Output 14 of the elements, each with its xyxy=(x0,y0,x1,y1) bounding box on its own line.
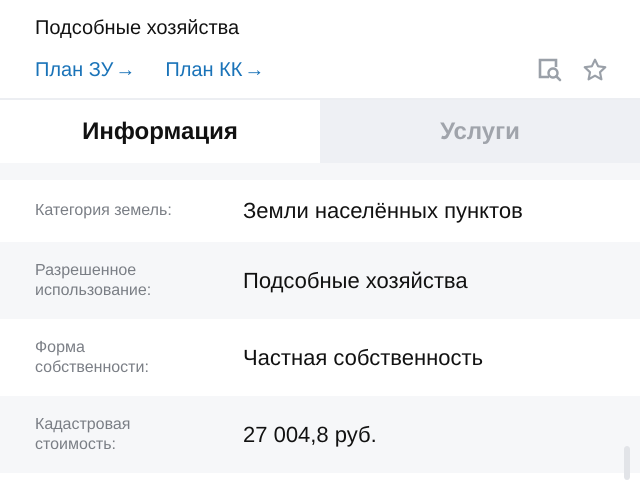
field-label: Кадастровая стоимость: xyxy=(35,414,132,454)
scrollbar[interactable] xyxy=(624,446,630,480)
field-value: Частная собственность xyxy=(243,344,484,370)
plan-link[interactable]: План ЗУ→ xyxy=(35,58,136,82)
field-label: Форма собственности: xyxy=(35,338,150,378)
star-icon[interactable] xyxy=(582,57,608,83)
document-search-icon[interactable] xyxy=(536,57,564,83)
field-value: Земли населённых пунктов xyxy=(243,198,523,224)
subtitle: Подсобные хозяйства xyxy=(35,16,240,41)
field-value: Подсобные хозяйства xyxy=(243,268,468,294)
field-label: Категория земель: xyxy=(35,201,173,221)
field-value: 27 004,8 руб. xyxy=(243,422,377,448)
plan-link[interactable]: План КК→ xyxy=(165,58,264,82)
field-label: Разрешенное использование: xyxy=(35,260,152,300)
